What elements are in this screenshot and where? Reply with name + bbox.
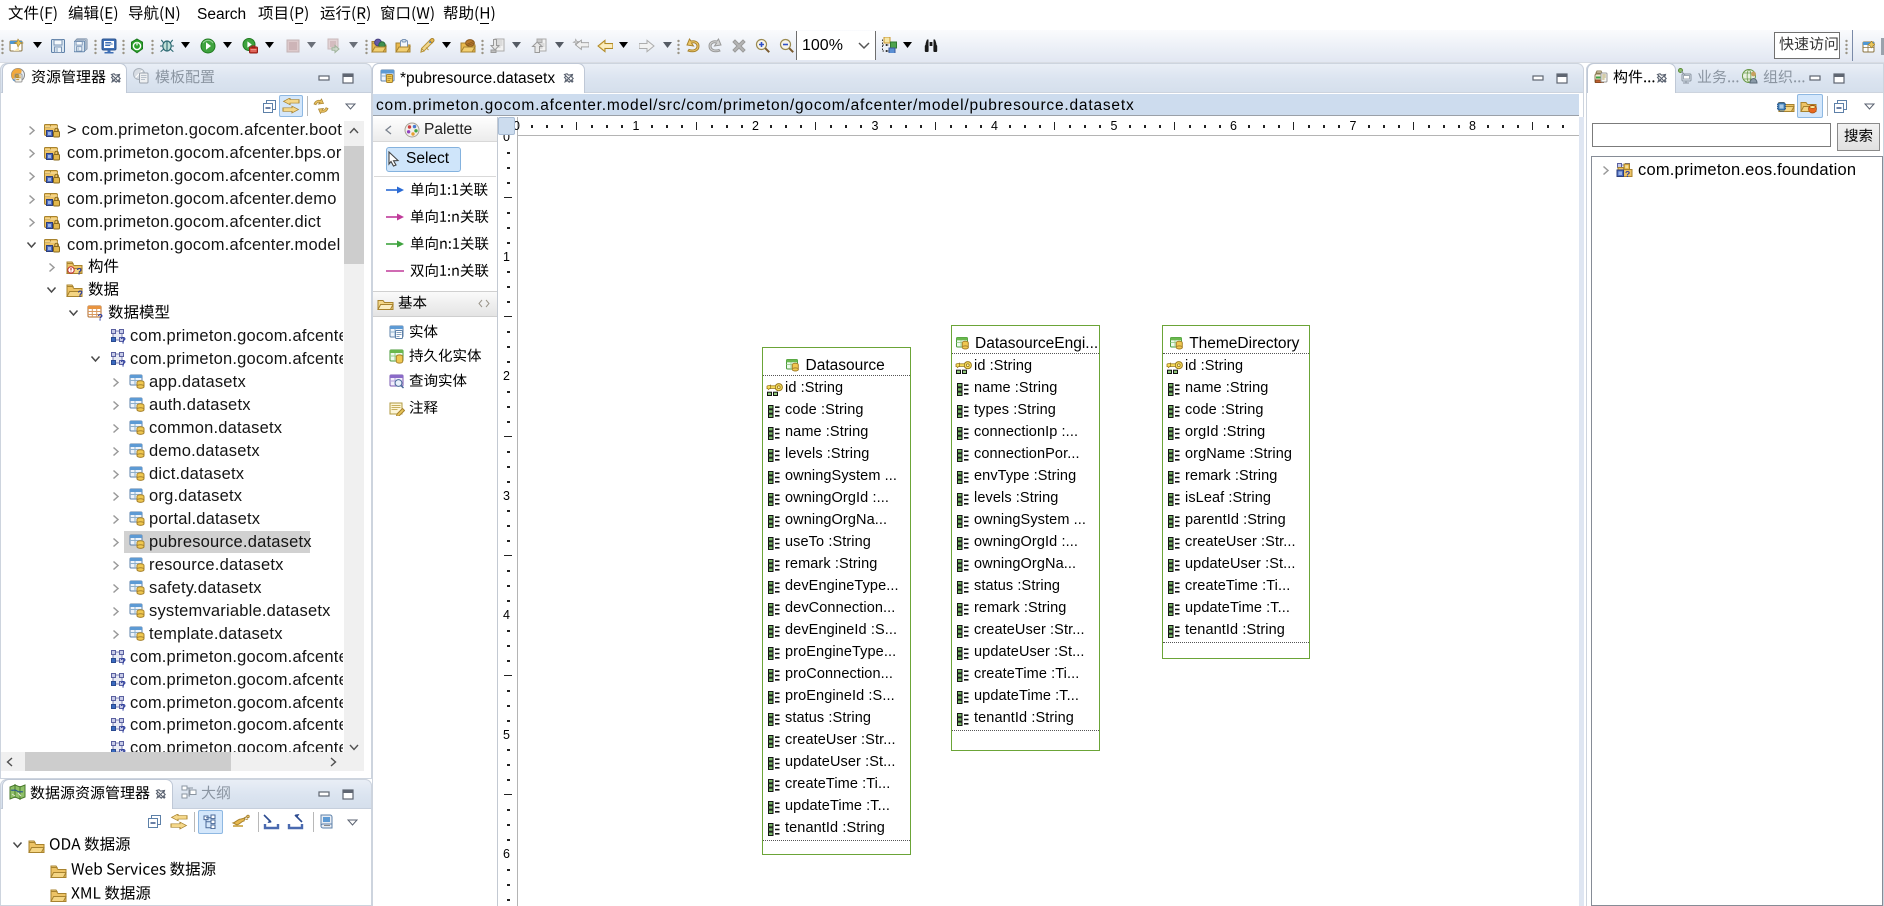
- svg-text:?: ?: [98, 313, 104, 322]
- svg-text:?: ?: [121, 679, 127, 688]
- svg-text:?: ?: [121, 359, 127, 368]
- svg-text:?: ?: [78, 289, 84, 298]
- svg-text:?: ?: [121, 725, 127, 734]
- svg-text:?: ?: [121, 702, 127, 711]
- svg-text:?: ?: [121, 656, 127, 665]
- svg-text:?: ?: [121, 336, 127, 345]
- svg-text:?: ?: [77, 267, 83, 276]
- svg-text:?: ?: [1625, 169, 1630, 178]
